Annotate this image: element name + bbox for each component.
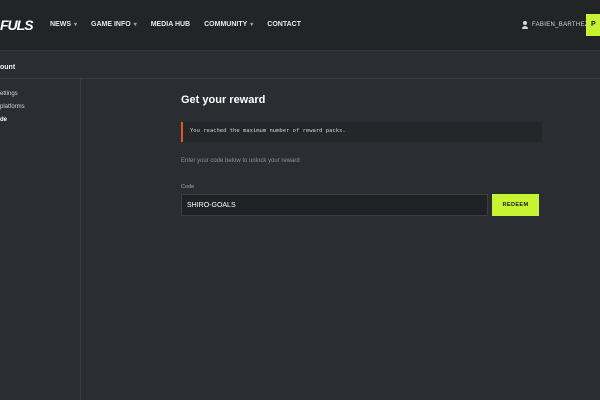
nav-game-info[interactable]: GAME INFO ▾ [91,17,137,33]
user-menu[interactable]: FABIEN_BARTHEZ [522,17,589,33]
nav-game-info-label: GAME INFO [91,21,131,28]
nav-contact[interactable]: CONTACT [267,17,301,33]
help-text: Enter your code below to unlock your rew… [181,158,300,164]
redeem-button[interactable]: REDEEM [492,194,539,216]
top-navigation-bar: FULS NEWS ▾ GAME INFO ▾ MEDIA HUB COMMUN… [0,0,600,51]
header-cta-button[interactable]: P [586,14,600,36]
chevron-down-icon: ▾ [250,22,254,28]
account-header [0,50,600,79]
alert-message: You reached the maximum number of reward… [190,128,346,134]
nav-contact-label: CONTACT [267,21,301,28]
user-icon [522,21,528,29]
nav-news-label: NEWS [50,21,71,28]
logo[interactable]: FULS [0,17,34,33]
sidebar: ettings platforms de [0,78,81,400]
sidebar-item-platforms[interactable]: platforms [0,104,25,110]
nav-community-label: COMMUNITY [204,21,248,28]
code-label: Code [181,184,195,190]
code-input[interactable] [181,194,488,216]
chevron-down-icon: ▾ [74,22,78,28]
sidebar-item-settings[interactable]: ettings [0,91,18,97]
nav-community[interactable]: COMMUNITY ▾ [204,17,253,33]
nav-media-hub[interactable]: MEDIA HUB [151,17,190,33]
main-nav: NEWS ▾ GAME INFO ▾ MEDIA HUB COMMUNITY ▾… [50,17,301,33]
page-title: Get your reward [181,94,266,106]
chevron-down-icon: ▾ [133,22,137,28]
alert-banner: You reached the maximum number of reward… [181,122,542,142]
account-title: ount [0,64,16,71]
nav-news[interactable]: NEWS ▾ [50,17,77,33]
nav-media-hub-label: MEDIA HUB [150,21,191,28]
sidebar-item-code[interactable]: de [0,117,7,123]
username: FABIEN_BARTHEZ [532,22,589,28]
